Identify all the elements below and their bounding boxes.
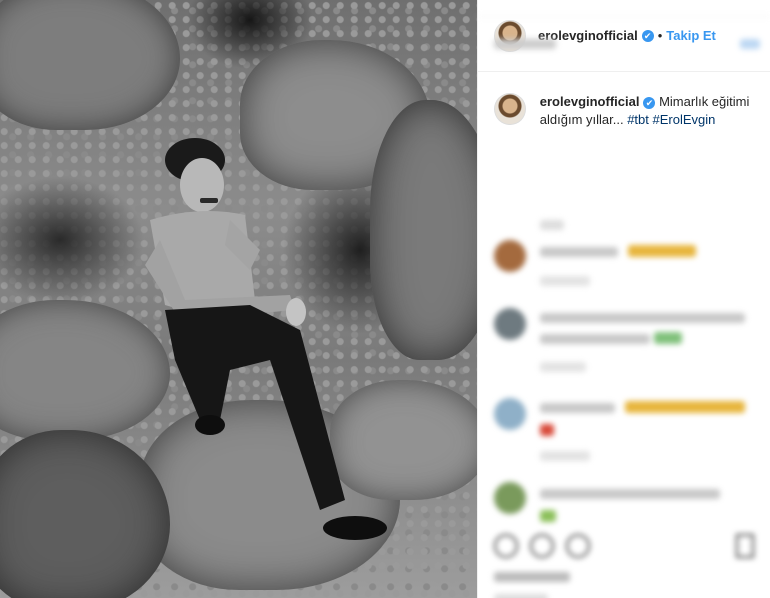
- hashtag-tbt[interactable]: #tbt: [627, 112, 649, 127]
- caption-body: erolevginofficial ✔ Mimarlık eğitimi aldı…: [540, 93, 760, 129]
- blurred-text: [540, 247, 618, 257]
- add-comment-bar[interactable]: [478, 16, 770, 72]
- blurred-text: [494, 594, 548, 598]
- blurred-emoji: [540, 510, 556, 522]
- caption-verified-badge-icon: ✔: [643, 96, 656, 109]
- comment-avatar: [494, 398, 526, 430]
- blurred-text: [540, 334, 650, 344]
- blurred-text: [540, 489, 720, 499]
- hashtag-erolevgin[interactable]: #ErolEvgin: [653, 112, 716, 127]
- like-icon[interactable]: [494, 534, 518, 558]
- caption-username[interactable]: erolevginofficial: [540, 94, 640, 109]
- blurred-text: [494, 572, 570, 582]
- caption-author-avatar[interactable]: [494, 93, 526, 125]
- blurred-text: [540, 403, 615, 413]
- comment-avatar: [494, 308, 526, 340]
- post-actions: [494, 534, 590, 558]
- person-figure: [145, 138, 387, 540]
- share-icon[interactable]: [566, 534, 590, 558]
- comment-item: [494, 308, 755, 349]
- post-caption: erolevginofficial ✔ Mimarlık eğitimi aldı…: [494, 93, 760, 129]
- blurred-emoji: [654, 332, 683, 344]
- blurred-emoji: [625, 401, 746, 413]
- comment-avatar: [494, 240, 526, 272]
- blurred-text: [540, 313, 745, 323]
- post-photo[interactable]: [0, 0, 477, 598]
- blurred-text: [540, 362, 586, 372]
- blurred-text: [740, 39, 760, 49]
- blurred-emoji: [628, 245, 697, 257]
- blurred-text: [540, 220, 564, 230]
- bookmark-icon[interactable]: [736, 534, 754, 558]
- blurred-text: [540, 451, 590, 461]
- blurred-text: [540, 276, 590, 286]
- comment-item: [494, 240, 697, 272]
- comment-item: [494, 482, 720, 527]
- comment-icon[interactable]: [530, 534, 554, 558]
- blurred-emoji: [540, 424, 554, 436]
- comment-item: [494, 398, 746, 441]
- comment-avatar: [494, 482, 526, 514]
- post-details-panel: erolevginofficial ✔ • Takip Et erolevgin…: [477, 0, 770, 598]
- blurred-text: [494, 39, 556, 49]
